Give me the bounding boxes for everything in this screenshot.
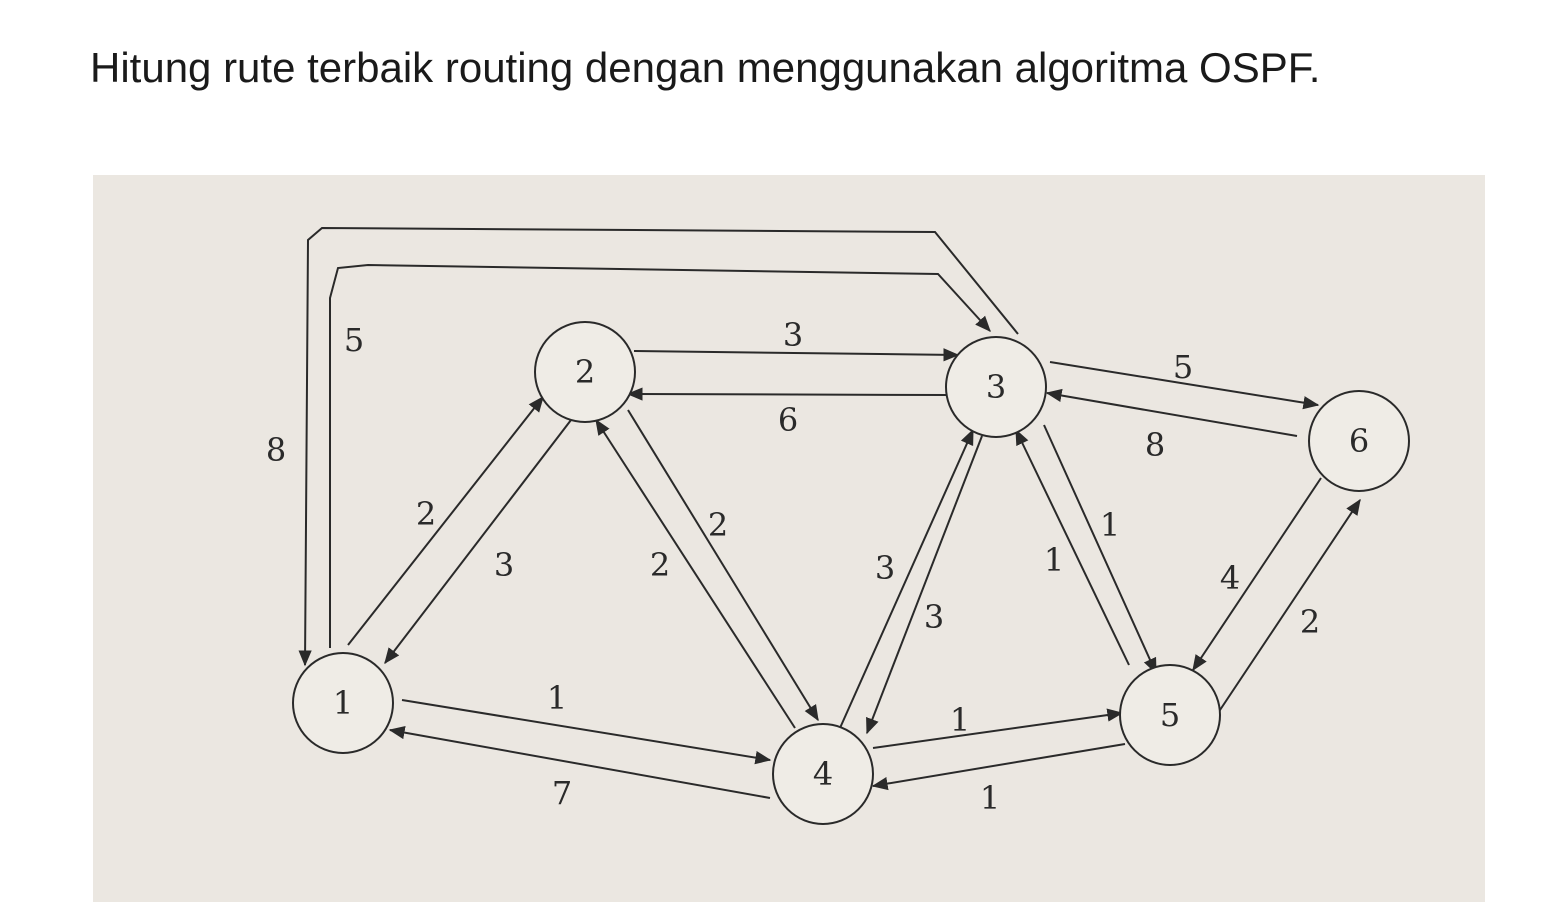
router-node-5: 5	[1119, 664, 1221, 766]
router-node-label: 4	[813, 755, 833, 793]
edge-weight-2-to-3: 3	[783, 316, 803, 354]
router-node-label: 5	[1160, 696, 1180, 734]
edge-weight-6-to-3: 8	[1145, 426, 1165, 464]
router-node-4: 4	[772, 723, 874, 825]
router-node-label: 2	[575, 353, 595, 391]
edge-weight-5-to-6: 2	[1300, 603, 1320, 641]
edge-weight-6-to-5: 4	[1220, 559, 1240, 597]
edge-weight-1-to-3: 5	[344, 321, 364, 359]
router-node-label: 3	[986, 368, 1006, 406]
edge-weight-5-to-3: 1	[1044, 541, 1064, 579]
router-node-3: 3	[945, 336, 1047, 438]
edge-weight-3-to-2: 6	[778, 401, 798, 439]
router-node-6: 6	[1308, 390, 1410, 492]
edge-weight-4-to-3: 3	[875, 549, 895, 587]
router-node-label: 6	[1349, 422, 1369, 460]
edge-weight-4-to-2: 2	[650, 546, 670, 584]
edge-weight-1-to-4: 1	[547, 679, 567, 717]
router-node-1: 1	[292, 652, 394, 754]
edge-weight-2-to-4: 2	[708, 506, 728, 544]
network-graph-diagram: 12 3456 23175836223311581124	[93, 175, 1485, 902]
edge-weight-3-to-6: 5	[1173, 348, 1193, 386]
edge-weight-2-to-1: 3	[494, 546, 514, 584]
edge-weight-3-to-1: 8	[266, 431, 286, 469]
router-node-label: 1	[333, 684, 353, 722]
edge-weight-5-to-4: 1	[980, 779, 1000, 817]
edge-weight-4-to-5: 1	[950, 701, 970, 739]
edge-weight-3-to-5: 1	[1100, 506, 1120, 544]
edge-weight-1-to-2: 2	[416, 495, 436, 533]
router-node-2: 2	[534, 321, 636, 423]
edge-3-to-2	[626, 387, 949, 401]
edge-weight-4-to-1: 7	[552, 774, 572, 812]
edge-weight-3-to-4: 3	[924, 598, 944, 636]
